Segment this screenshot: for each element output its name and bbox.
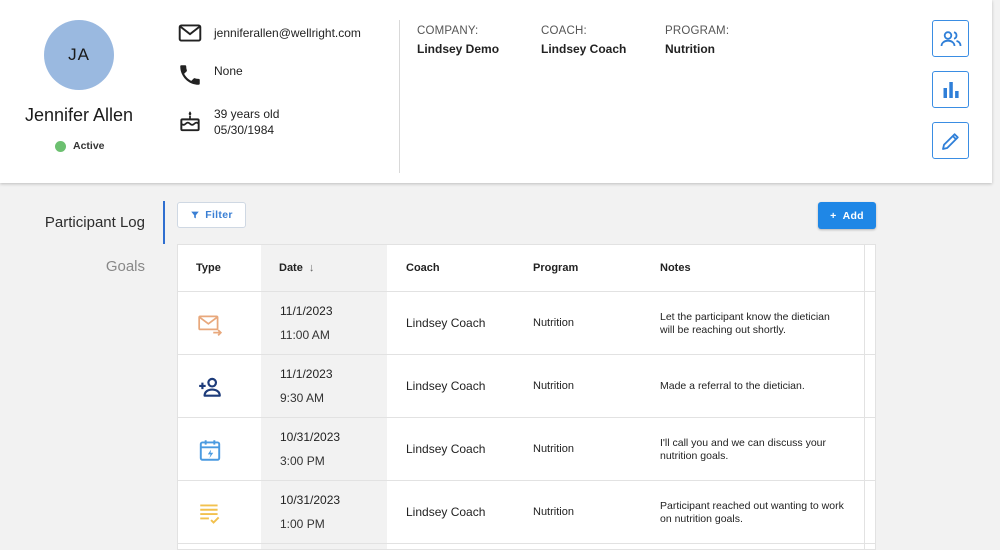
row-notes: Participant reached out wanting to work … [660, 500, 860, 526]
sort-arrow-icon: ↓ [308, 262, 315, 274]
edit-button[interactable] [932, 122, 969, 159]
filter-button[interactable]: Filter [177, 202, 246, 228]
header-date-label: Date [279, 262, 303, 274]
program-value: Nutrition [665, 42, 715, 56]
pencil-icon [941, 132, 959, 150]
table-row[interactable]: 11/1/2023 9:30 AM Lindsey Coach Nutritio… [178, 355, 875, 418]
filter-label: Filter [205, 209, 233, 221]
email-text: jenniferallen@wellright.com [214, 26, 361, 40]
analytics-button[interactable] [932, 71, 969, 108]
plus-icon: + [830, 209, 837, 222]
email-icon [177, 20, 203, 46]
header-notes[interactable]: Notes [660, 262, 691, 274]
avatar: JA [44, 20, 114, 90]
row-notes-line: on nutrition goals. [660, 513, 743, 525]
participant-header-card: JA Jennifer Allen Active jenniferallen@w… [0, 0, 992, 183]
company-label: COMPANY: [417, 25, 479, 37]
bar-chart-icon [943, 81, 959, 98]
row-notes: Made a referral to the dietician. [660, 380, 860, 393]
participant-name: Jennifer Allen [24, 105, 134, 125]
row-coach: Lindsey Coach [406, 379, 486, 393]
coach-value: Lindsey Coach [541, 42, 627, 56]
row-notes: I'll call you and we can discuss your nu… [660, 437, 860, 463]
program-info: PROGRAM: Nutrition [665, 25, 729, 56]
calendar-event-icon [197, 437, 223, 463]
header-program[interactable]: Program [533, 262, 578, 274]
header-type[interactable]: Type [196, 262, 221, 274]
status-badge: Active [55, 140, 105, 152]
header-divider [399, 20, 400, 173]
row-notes: Let the participant know the dietician w… [660, 311, 860, 337]
nav-active-indicator [163, 201, 165, 244]
age-text: 39 years old [214, 107, 280, 121]
nav-participant-log[interactable]: Participant Log [45, 214, 145, 231]
row-notes-line: Let the participant know the dietician [660, 311, 830, 323]
add-person-icon [197, 374, 223, 400]
header-date[interactable]: Date ↓ [279, 262, 314, 274]
row-notes-line: Participant reached out wanting to work [660, 500, 844, 512]
company-info: COMPANY: Lindsey Demo [417, 25, 499, 56]
row-date: 10/31/2023 [280, 493, 341, 507]
phone-text: None [214, 64, 243, 78]
table-row[interactable]: 11/1/2023 11:00 AM Lindsey Coach Nutriti… [178, 292, 875, 355]
row-notes-line: nutrition goals. [660, 450, 729, 462]
dob-text: 05/30/1984 [214, 123, 275, 137]
add-label: Add [842, 209, 864, 222]
row-time: 9:30 AM [280, 391, 325, 405]
filter-icon [191, 211, 199, 219]
participant-log-table: Type Date ↓ Coach Program Notes 11/1/202… [177, 244, 876, 550]
row-program: Nutrition [533, 380, 574, 392]
row-program: Nutrition [533, 317, 574, 329]
row-date: 10/31/2023 [280, 430, 341, 444]
row-notes-line: Made a referral to the dietician. [660, 380, 805, 392]
row-date: 11/1/2023 [280, 304, 333, 318]
row-coach: Lindsey Coach [406, 316, 486, 330]
coach-label: COACH: [541, 25, 587, 37]
add-button[interactable]: + Add [818, 202, 876, 229]
status-label: Active [73, 140, 105, 152]
coach-info: COACH: Lindsey Coach [541, 25, 626, 56]
row-program: Nutrition [533, 443, 574, 455]
people-button[interactable] [932, 20, 969, 57]
row-date: 11/1/2023 [280, 367, 333, 381]
row-notes-line: I'll call you and we can discuss your [660, 437, 827, 449]
header-coach[interactable]: Coach [406, 262, 440, 274]
row-coach: Lindsey Coach [406, 442, 486, 456]
email-forward-icon [197, 311, 223, 337]
phone-icon [177, 62, 203, 88]
row-time: 1:00 PM [280, 517, 325, 531]
table-row[interactable]: 10/31/2023 3:00 PM Lindsey Coach Nutriti… [178, 418, 875, 481]
table-row[interactable]: 10/31/2023 1:00 PM Lindsey Coach Nutriti… [178, 481, 875, 544]
row-notes-line: will be reaching out shortly. [660, 324, 786, 336]
row-program: Nutrition [533, 506, 574, 518]
checklist-icon [197, 500, 223, 526]
company-value: Lindsey Demo [417, 42, 500, 56]
row-time: 11:00 AM [280, 328, 330, 342]
row-coach: Lindsey Coach [406, 505, 486, 519]
program-label: PROGRAM: [665, 25, 730, 37]
people-icon [940, 30, 961, 46]
birthday-cake-icon [177, 108, 203, 134]
nav-goals[interactable]: Goals [106, 258, 145, 275]
row-time: 3:00 PM [280, 454, 325, 468]
status-dot-icon [55, 140, 66, 152]
table-header: Type Date ↓ Coach Program Notes [178, 245, 875, 292]
